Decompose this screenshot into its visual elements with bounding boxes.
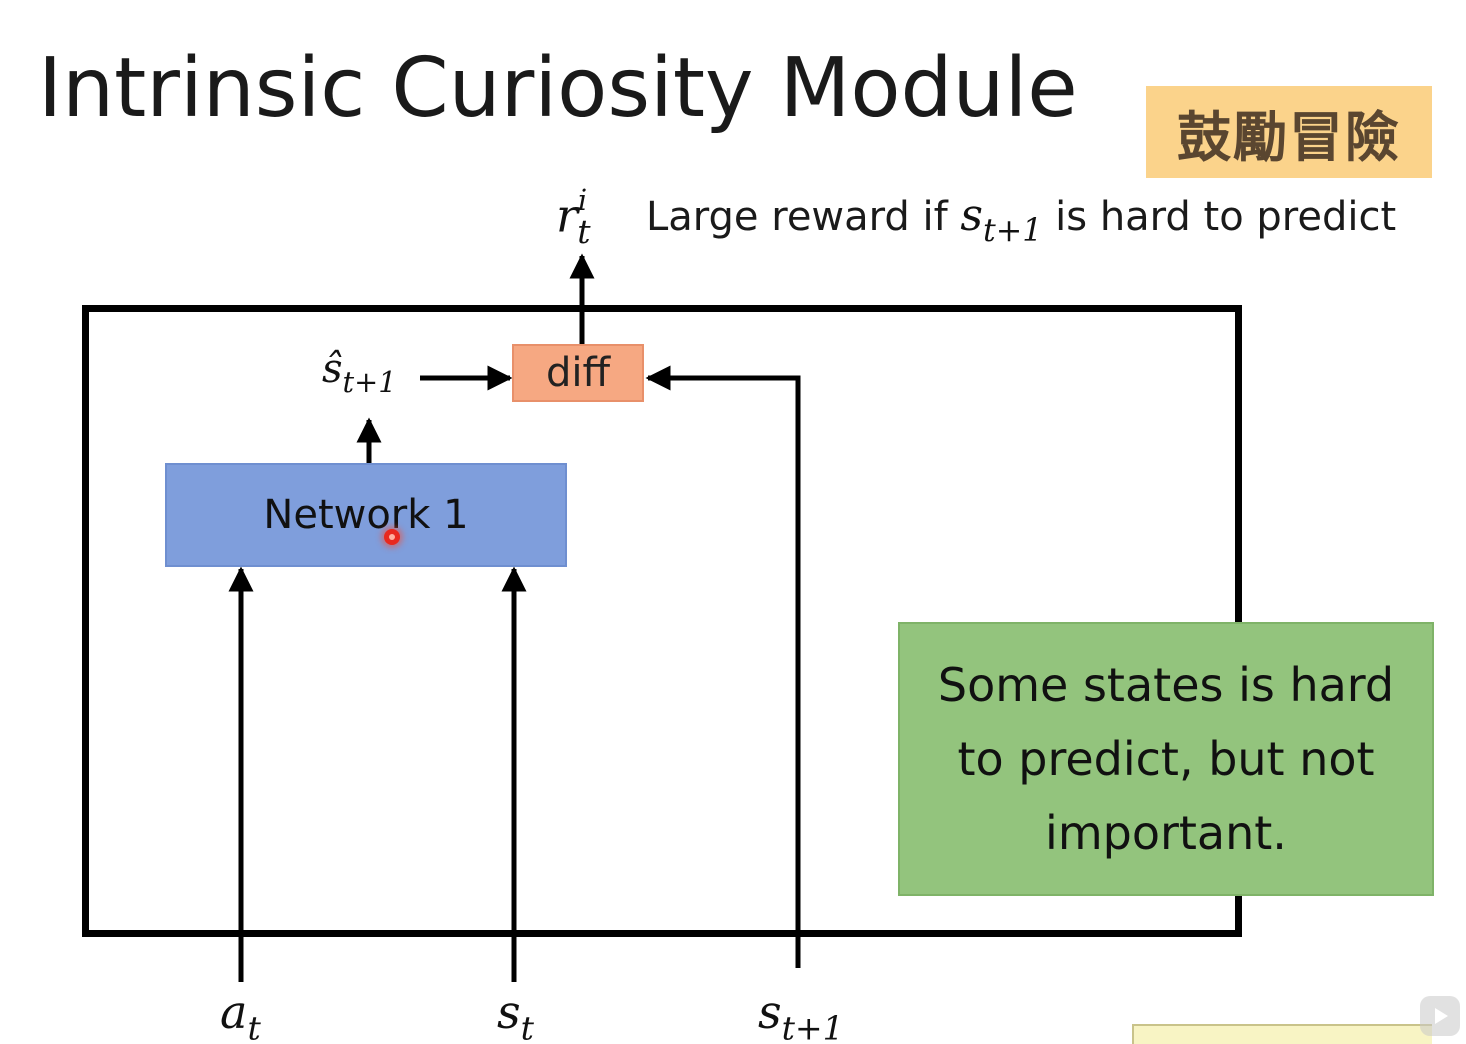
reward-text-after: is hard to predict (1042, 194, 1397, 240)
action-input-label: at (220, 985, 261, 1044)
diff-box: diff (512, 344, 644, 402)
play-triangle-icon (1435, 1008, 1448, 1024)
predicted-state-label: ŝt+1 (322, 346, 397, 399)
next-state-base: s (758, 985, 782, 1039)
reward-state-symbol: st+1 (960, 190, 1042, 249)
corner-caption-strip (1132, 1024, 1432, 1044)
reward-text-before: Large reward if (646, 194, 961, 240)
action-sub: t (247, 1008, 261, 1044)
state-sub: t (520, 1008, 534, 1044)
reward-symbol-sub: t (577, 211, 591, 251)
note-box: Some states is hard to predict, but not … (898, 622, 1434, 896)
action-base: a (220, 985, 248, 1039)
network-1-box: Network 1 (165, 463, 567, 567)
state-input-label: st (497, 985, 534, 1044)
laser-pointer-icon (384, 529, 400, 545)
reward-state-base: s (960, 190, 984, 241)
reward-description: Large reward if st+1 is hard to predict (646, 190, 1396, 249)
next-state-input-label: st+1 (758, 985, 844, 1044)
slide: Intrinsic Curiosity Module 鼓勵冒險 rit Larg… (0, 0, 1466, 1044)
intrinsic-reward-symbol: rit (556, 184, 591, 251)
predicted-state-sub: t+1 (342, 365, 397, 400)
predicted-state-base: ŝ (322, 346, 343, 392)
state-base: s (497, 985, 521, 1039)
page-title: Intrinsic Curiosity Module (38, 41, 1078, 136)
next-state-sub: t+1 (781, 1008, 844, 1044)
reward-state-sub: t+1 (983, 213, 1043, 250)
reward-symbol-base: r (556, 188, 578, 243)
play-icon[interactable] (1420, 996, 1460, 1036)
encourage-exploration-badge: 鼓勵冒險 (1146, 86, 1432, 178)
